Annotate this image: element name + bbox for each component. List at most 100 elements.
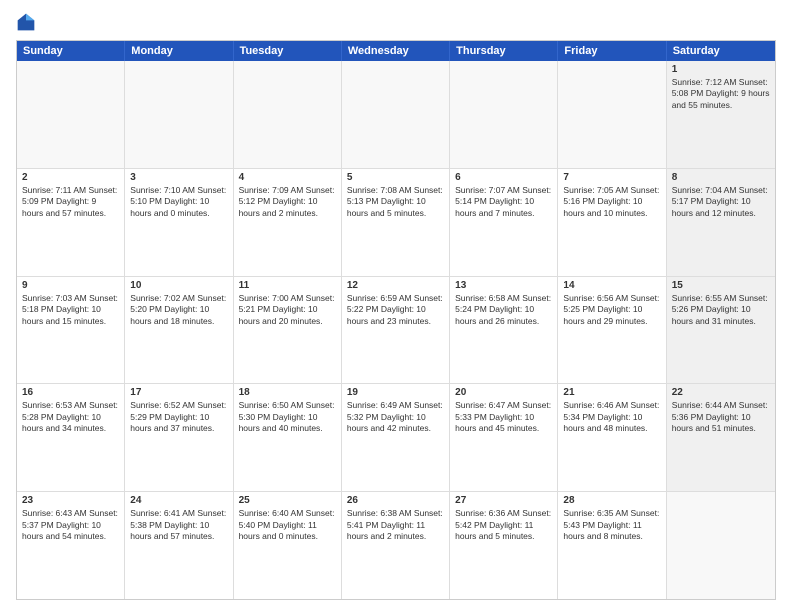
calendar-cell-empty-4-6 [667,492,775,599]
calendar-cell-15: 15 Sunrise: 6:55 AM Sunset: 5:26 PM Dayli… [667,277,775,384]
calendar-cell-empty-0-4 [450,61,558,168]
day-info: Sunrise: 6:36 AM Sunset: 5:42 PM Dayligh… [455,508,552,542]
calendar-cell-19: 19 Sunrise: 6:49 AM Sunset: 5:32 PM Dayli… [342,384,450,491]
day-info: Sunrise: 6:55 AM Sunset: 5:26 PM Dayligh… [672,293,770,327]
day-number: 3 [130,172,227,183]
calendar-cell-5: 5 Sunrise: 7:08 AM Sunset: 5:13 PM Daylig… [342,169,450,276]
day-info: Sunrise: 6:49 AM Sunset: 5:32 PM Dayligh… [347,400,444,434]
calendar-cell-empty-0-1 [125,61,233,168]
day-number: 25 [239,495,336,506]
day-info: Sunrise: 6:44 AM Sunset: 5:36 PM Dayligh… [672,400,770,434]
day-number: 2 [22,172,119,183]
day-number: 16 [22,387,119,398]
day-number: 1 [672,64,770,75]
calendar-cell-2: 2 Sunrise: 7:11 AM Sunset: 5:09 PM Daylig… [17,169,125,276]
calendar-cell-empty-0-2 [234,61,342,168]
calendar-cell-24: 24 Sunrise: 6:41 AM Sunset: 5:38 PM Dayli… [125,492,233,599]
day-number: 20 [455,387,552,398]
calendar-cell-22: 22Sunrise: 6:44 AM Sunset: 5:36 PM Dayli… [667,384,775,491]
calendar-cell-14: 14 Sunrise: 6:56 AM Sunset: 5:25 PM Dayli… [558,277,666,384]
day-number: 9 [22,280,119,291]
calendar-cell-20: 20 Sunrise: 6:47 AM Sunset: 5:33 PM Dayli… [450,384,558,491]
day-number: 14 [563,280,660,291]
day-info: Sunrise: 7:05 AM Sunset: 5:16 PM Dayligh… [563,185,660,219]
weekday-header-friday: Friday [558,41,666,61]
day-number: 24 [130,495,227,506]
day-number: 7 [563,172,660,183]
day-number: 19 [347,387,444,398]
day-info: Sunrise: 6:53 AM Sunset: 5:28 PM Dayligh… [22,400,119,434]
calendar-cell-4: 4 Sunrise: 7:09 AM Sunset: 5:12 PM Daylig… [234,169,342,276]
day-info: Sunrise: 7:10 AM Sunset: 5:10 PM Dayligh… [130,185,227,219]
calendar-row-3: 9 Sunrise: 7:03 AM Sunset: 5:18 PM Daylig… [17,277,775,385]
day-number: 5 [347,172,444,183]
header [16,12,776,32]
calendar: SundayMondayTuesdayWednesdayThursdayFrid… [16,40,776,600]
day-number: 6 [455,172,552,183]
calendar-row-5: 23 Sunrise: 6:43 AM Sunset: 5:37 PM Dayli… [17,492,775,599]
day-number: 28 [563,495,660,506]
calendar-cell-17: 17 Sunrise: 6:52 AM Sunset: 5:29 PM Dayli… [125,384,233,491]
weekday-header-saturday: Saturday [667,41,775,61]
day-info: Sunrise: 6:35 AM Sunset: 5:43 PM Dayligh… [563,508,660,542]
calendar-cell-empty-0-3 [342,61,450,168]
day-number: 18 [239,387,336,398]
calendar-cell-13: 13 Sunrise: 6:58 AM Sunset: 5:24 PM Dayli… [450,277,558,384]
calendar-cell-7: 7 Sunrise: 7:05 AM Sunset: 5:16 PM Daylig… [558,169,666,276]
calendar-cell-27: 27Sunrise: 6:36 AM Sunset: 5:42 PM Dayli… [450,492,558,599]
calendar-cell-28: 28 Sunrise: 6:35 AM Sunset: 5:43 PM Dayli… [558,492,666,599]
calendar-cell-25: 25 Sunrise: 6:40 AM Sunset: 5:40 PM Dayli… [234,492,342,599]
day-info: Sunrise: 6:41 AM Sunset: 5:38 PM Dayligh… [130,508,227,542]
weekday-header-tuesday: Tuesday [234,41,342,61]
day-number: 13 [455,280,552,291]
weekday-header-monday: Monday [125,41,233,61]
calendar-cell-18: 18 Sunrise: 6:50 AM Sunset: 5:30 PM Dayli… [234,384,342,491]
calendar-cell-empty-0-0 [17,61,125,168]
day-number: 10 [130,280,227,291]
day-info: Sunrise: 6:40 AM Sunset: 5:40 PM Dayligh… [239,508,336,542]
day-info: Sunrise: 6:58 AM Sunset: 5:24 PM Dayligh… [455,293,552,327]
day-number: 4 [239,172,336,183]
day-info: Sunrise: 7:09 AM Sunset: 5:12 PM Dayligh… [239,185,336,219]
day-number: 23 [22,495,119,506]
day-info: Sunrise: 6:47 AM Sunset: 5:33 PM Dayligh… [455,400,552,434]
day-info: Sunrise: 7:08 AM Sunset: 5:13 PM Dayligh… [347,185,444,219]
day-info: Sunrise: 6:56 AM Sunset: 5:25 PM Dayligh… [563,293,660,327]
calendar-cell-12: 12 Sunrise: 6:59 AM Sunset: 5:22 PM Dayli… [342,277,450,384]
day-info: Sunrise: 7:03 AM Sunset: 5:18 PM Dayligh… [22,293,119,327]
calendar-cell-empty-0-5 [558,61,666,168]
calendar-body: 1Sunrise: 7:12 AM Sunset: 5:08 PM Daylig… [17,61,775,599]
calendar-cell-3: 3 Sunrise: 7:10 AM Sunset: 5:10 PM Daylig… [125,169,233,276]
weekday-header-wednesday: Wednesday [342,41,450,61]
day-number: 21 [563,387,660,398]
day-info: Sunrise: 6:38 AM Sunset: 5:41 PM Dayligh… [347,508,444,542]
day-number: 17 [130,387,227,398]
calendar-cell-6: 6Sunrise: 7:07 AM Sunset: 5:14 PM Daylig… [450,169,558,276]
calendar-cell-16: 16 Sunrise: 6:53 AM Sunset: 5:28 PM Dayli… [17,384,125,491]
calendar-row-4: 16 Sunrise: 6:53 AM Sunset: 5:28 PM Dayli… [17,384,775,492]
calendar-cell-23: 23 Sunrise: 6:43 AM Sunset: 5:37 PM Dayli… [17,492,125,599]
day-number: 8 [672,172,770,183]
day-number: 26 [347,495,444,506]
day-info: Sunrise: 7:02 AM Sunset: 5:20 PM Dayligh… [130,293,227,327]
weekday-header-sunday: Sunday [17,41,125,61]
calendar-row-2: 2 Sunrise: 7:11 AM Sunset: 5:09 PM Daylig… [17,169,775,277]
weekday-header-thursday: Thursday [450,41,558,61]
day-info: Sunrise: 6:46 AM Sunset: 5:34 PM Dayligh… [563,400,660,434]
day-number: 12 [347,280,444,291]
calendar-cell-21: 21 Sunrise: 6:46 AM Sunset: 5:34 PM Dayli… [558,384,666,491]
day-number: 15 [672,280,770,291]
day-info: Sunrise: 6:59 AM Sunset: 5:22 PM Dayligh… [347,293,444,327]
page: SundayMondayTuesdayWednesdayThursdayFrid… [0,0,792,612]
day-info: Sunrise: 6:52 AM Sunset: 5:29 PM Dayligh… [130,400,227,434]
calendar-cell-1: 1Sunrise: 7:12 AM Sunset: 5:08 PM Daylig… [667,61,775,168]
day-info: Sunrise: 6:43 AM Sunset: 5:37 PM Dayligh… [22,508,119,542]
logo-icon [16,12,36,32]
day-info: Sunrise: 6:50 AM Sunset: 5:30 PM Dayligh… [239,400,336,434]
calendar-header: SundayMondayTuesdayWednesdayThursdayFrid… [17,41,775,61]
day-info: Sunrise: 7:11 AM Sunset: 5:09 PM Dayligh… [22,185,119,219]
calendar-cell-11: 11 Sunrise: 7:00 AM Sunset: 5:21 PM Dayli… [234,277,342,384]
logo [16,12,40,32]
day-info: Sunrise: 7:00 AM Sunset: 5:21 PM Dayligh… [239,293,336,327]
day-number: 11 [239,280,336,291]
